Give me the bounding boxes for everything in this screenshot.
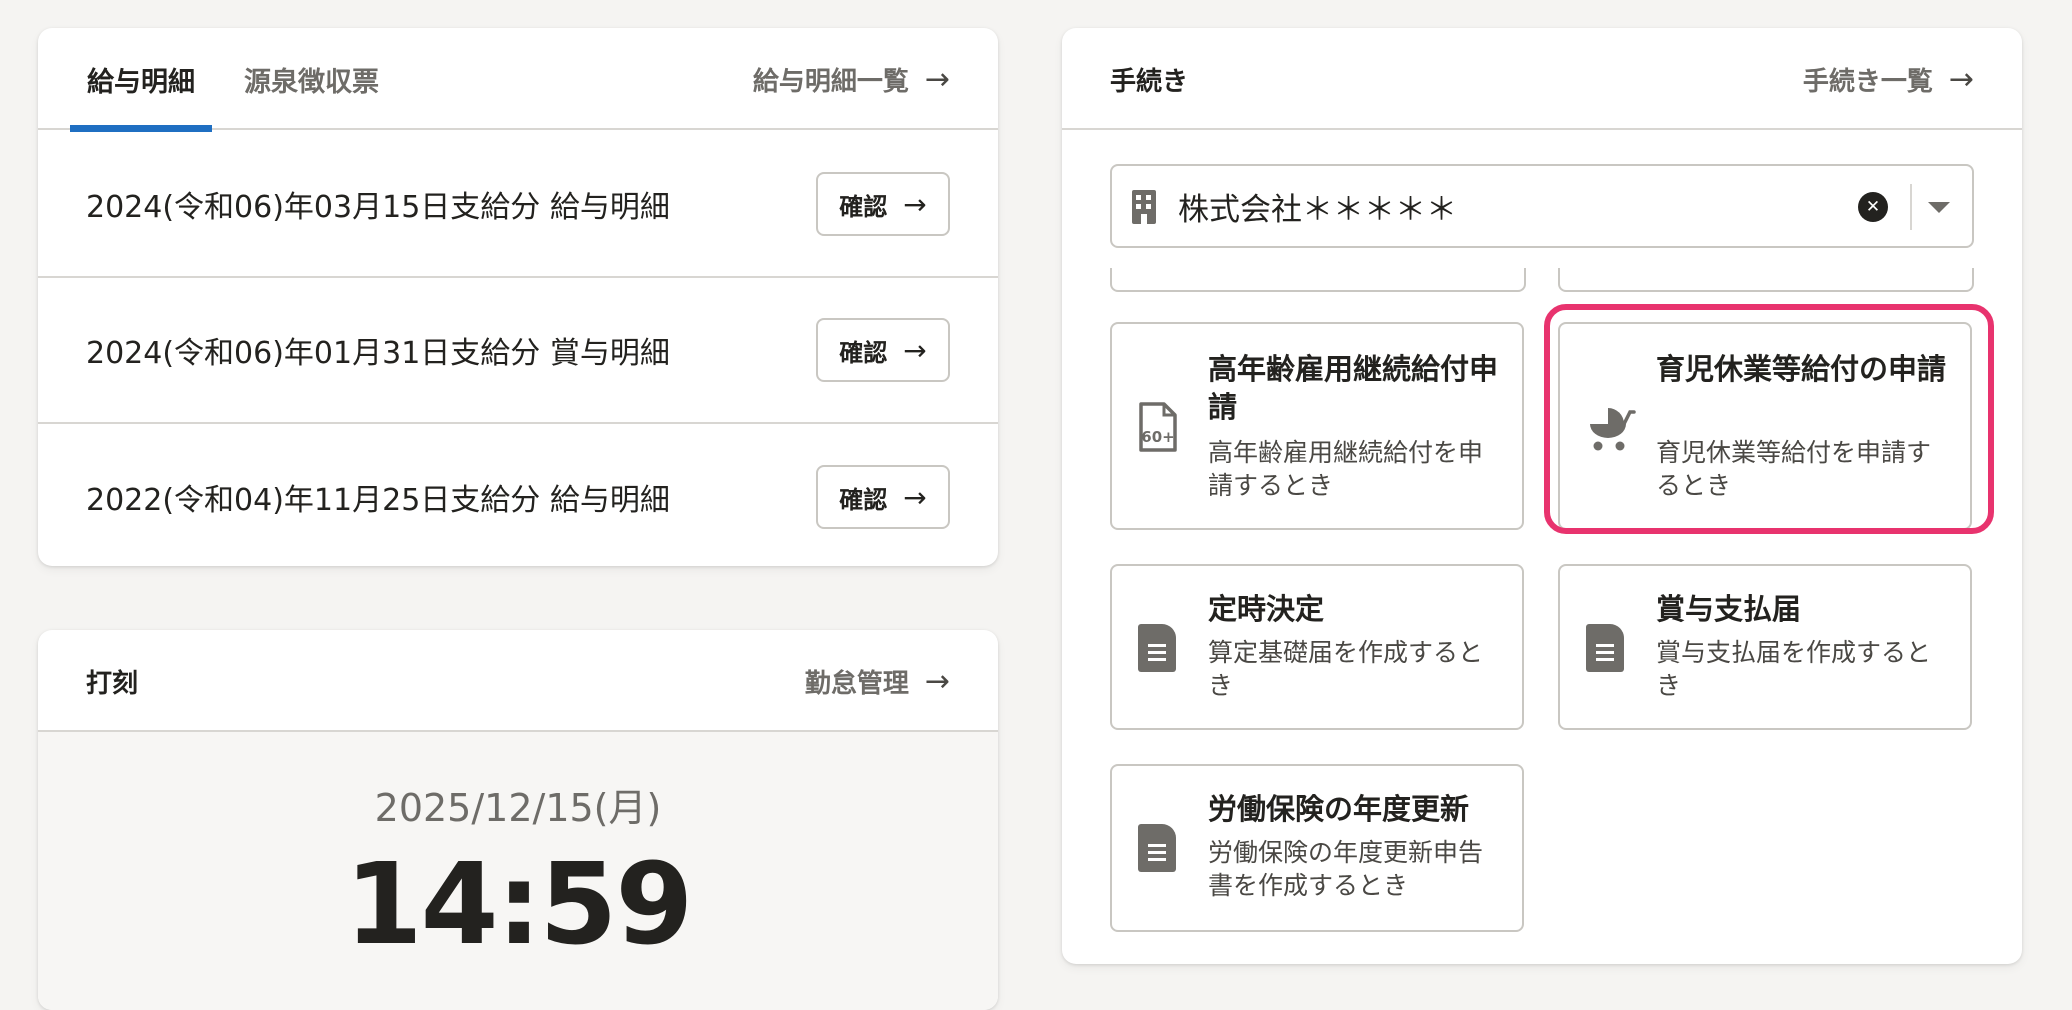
tile-description: 高年齢雇用継続給付を申請するとき xyxy=(1208,438,1484,500)
payslip-row-label: 2022(令和04)年11月25日支給分 給与明細 xyxy=(86,483,670,518)
clear-icon[interactable]: ✕ xyxy=(1858,192,1888,222)
procedures-list-link-label: 手続き一覧 xyxy=(1802,66,1933,97)
procedures-card-header: 手続き 手続き一覧 → xyxy=(1062,28,2022,130)
payslip-row-label: 2024(令和06)年03月15日支給分 給与明細 xyxy=(86,190,670,225)
arrow-right-icon: → xyxy=(903,333,927,367)
company-select-value: 株式会社＊＊＊＊＊ xyxy=(1178,191,1457,228)
svg-text:60+: 60+ xyxy=(1141,428,1174,446)
arrow-right-icon: → xyxy=(903,480,927,514)
tile-title: 育児休業等給付の申請 xyxy=(1656,352,1947,386)
clock-card-header: 打刻 勤怠管理 → xyxy=(38,630,998,732)
tile-description: 労働保険の年度更新申告書を作成するとき xyxy=(1208,838,1484,900)
payslip-card: 給与明細 源泉徴収票 給与明細一覧 → 2024(令和06)年03月15日支給分… xyxy=(38,28,998,566)
procedures-card: 手続き 手続き一覧 → 株式会社＊＊＊＊＊ ✕ 60+ 高年齢雇用継続給付申請 … xyxy=(1062,28,2022,964)
clock-card: 打刻 勤怠管理 → 2025/12/15(月) 14:59 xyxy=(38,630,998,1010)
procedure-tile[interactable]: 賞与支払届 賞与支払届を作成するとき xyxy=(1558,564,1972,730)
baby-stroller-icon xyxy=(1586,402,1636,452)
payslip-row: 2022(令和04)年11月25日支給分 給与明細 確認 → xyxy=(38,424,998,566)
tile-title: 労働保険の年度更新 xyxy=(1208,792,1470,826)
clock-date: 2025/12/15(月) xyxy=(374,786,662,830)
arrow-right-icon: → xyxy=(924,61,950,97)
tile-partial[interactable] xyxy=(1558,268,1974,292)
tile-title: 定時決定 xyxy=(1208,592,1325,626)
tab-withholding-slip[interactable]: 源泉徴収票 xyxy=(244,28,379,130)
tile-description: 育児休業等給付を申請するとき xyxy=(1656,438,1932,500)
confirm-button-label: 確認 xyxy=(839,192,888,221)
procedures-card-title: 手続き xyxy=(1110,66,1189,97)
clock-card-title: 打刻 xyxy=(86,668,139,699)
confirm-button-label: 確認 xyxy=(839,485,888,514)
payslip-row-label: 2024(令和06)年01月31日支給分 賞与明細 xyxy=(86,336,670,371)
document-icon xyxy=(1138,624,1176,672)
procedure-tile[interactable]: 育児休業等給付の申請 育児休業等給付を申請するとき xyxy=(1558,322,1972,530)
document-icon xyxy=(1586,624,1624,672)
procedure-tile[interactable]: 60+ 高年齢雇用継続給付申請 高年齢雇用継続給付を申請するとき xyxy=(1110,322,1524,530)
chevron-down-icon[interactable] xyxy=(1928,202,1950,213)
confirm-button-label: 確認 xyxy=(839,338,888,367)
payslip-row: 2024(令和06)年01月31日支給分 賞与明細 確認 → xyxy=(38,278,998,424)
tile-description: 賞与支払届を作成するとき xyxy=(1656,638,1932,700)
procedure-tile[interactable]: 定時決定 算定基礎届を作成するとき xyxy=(1110,564,1524,730)
select-divider xyxy=(1910,184,1912,230)
clock-display: 2025/12/15(月) 14:59 xyxy=(38,732,998,1010)
tile-partial[interactable] xyxy=(1110,268,1526,292)
building-icon xyxy=(1132,190,1156,224)
procedures-list-link[interactable]: 手続き一覧 → xyxy=(1803,28,1974,130)
payslip-row: 2024(令和06)年03月15日支給分 給与明細 確認 → xyxy=(38,132,998,278)
payslip-list-link-label: 給与明細一覧 xyxy=(752,66,909,97)
company-select[interactable]: 株式会社＊＊＊＊＊ ✕ xyxy=(1110,164,1974,248)
confirm-button[interactable]: 確認 → xyxy=(816,172,950,236)
attendance-link-label: 勤怠管理 xyxy=(804,668,909,699)
document-60plus-icon: 60+ xyxy=(1138,402,1178,452)
tile-title: 高年齢雇用継続給付申請 xyxy=(1208,352,1499,424)
payslip-list-link[interactable]: 給与明細一覧 → xyxy=(753,28,950,130)
procedure-tile[interactable]: 労働保険の年度更新 労働保険の年度更新申告書を作成するとき xyxy=(1110,764,1524,932)
arrow-right-icon: → xyxy=(924,663,950,699)
arrow-right-icon: → xyxy=(903,187,927,221)
tab-payslip[interactable]: 給与明細 xyxy=(70,28,212,132)
document-icon xyxy=(1138,824,1176,872)
payslip-tabs: 給与明細 源泉徴収票 給与明細一覧 → xyxy=(38,28,998,132)
attendance-link[interactable]: 勤怠管理 → xyxy=(805,630,950,732)
arrow-right-icon: → xyxy=(1948,61,1974,97)
confirm-button[interactable]: 確認 → xyxy=(816,465,950,529)
confirm-button[interactable]: 確認 → xyxy=(816,318,950,382)
tile-description: 算定基礎届を作成するとき xyxy=(1208,638,1484,700)
clock-time: 14:59 xyxy=(344,840,694,970)
tile-title: 賞与支払届 xyxy=(1656,592,1802,626)
